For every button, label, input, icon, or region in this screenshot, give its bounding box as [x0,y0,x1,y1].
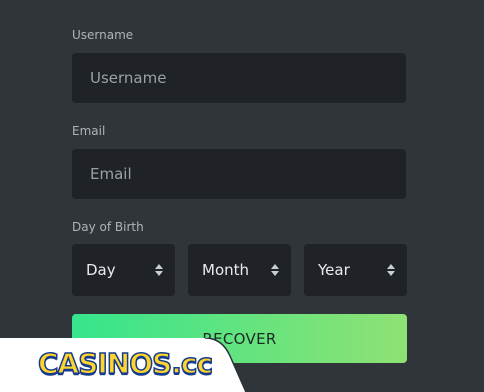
year-select[interactable]: Year [304,244,407,296]
month-select[interactable]: Month [188,244,291,296]
day-select[interactable]: Day [72,244,175,296]
email-input[interactable]: Email [72,149,406,199]
select-arrows-icon [271,264,279,276]
email-label: Email [72,124,106,138]
email-placeholder: Email [90,165,132,183]
username-input[interactable]: Username [72,53,406,103]
day-select-value: Day [86,261,116,279]
username-label: Username [72,28,134,42]
username-placeholder: Username [90,69,167,87]
year-select-value: Year [318,261,350,279]
watermark-logo: CASINOS.cc [37,346,214,381]
month-select-value: Month [202,261,250,279]
dob-label: Day of Birth [72,220,144,234]
select-arrows-icon [387,264,395,276]
select-arrows-icon [155,264,163,276]
